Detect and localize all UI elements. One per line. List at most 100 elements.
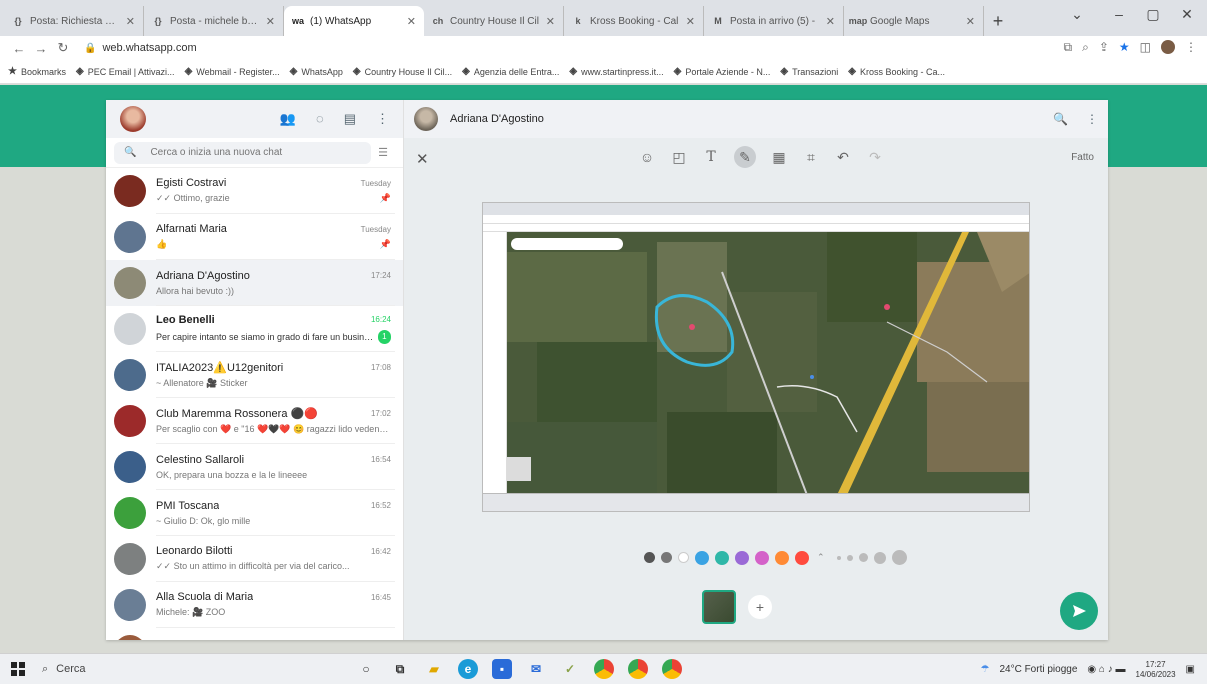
search-input[interactable] [150, 147, 361, 158]
blur-tool-icon[interactable]: ▦ [770, 146, 788, 168]
chrome-icon-3[interactable] [662, 659, 682, 679]
bookmark-item[interactable]: ◈ Agenzia delle Entra... [462, 66, 559, 77]
chat-list-item[interactable]: PMI Toscana 16:52 ~ Giulio D: Ok, glo mill… [106, 490, 403, 536]
bookmark-item[interactable]: ◈ Webmail - Register... [185, 66, 280, 77]
back-icon[interactable]: ← [8, 41, 30, 56]
windows-start-icon[interactable] [0, 662, 36, 676]
stroke-size-m[interactable] [858, 553, 868, 562]
search-messages-icon[interactable]: 🔍 [1053, 112, 1068, 126]
contact-avatar[interactable] [414, 107, 438, 131]
clock[interactable]: 17:27 14/06/2023 [1136, 660, 1176, 680]
tray-icons[interactable]: ◉ ⌂ ♪ ▬ [1087, 664, 1125, 675]
browser-tab[interactable]: {} Posta - michele berc ✕ [144, 6, 284, 36]
pen-app-icon[interactable]: ✓ [560, 659, 580, 679]
new-tab-button[interactable]: + [984, 6, 1012, 36]
color-swatch[interactable] [695, 550, 709, 565]
share-icon[interactable]: ⇪ [1099, 40, 1109, 55]
done-button[interactable]: Fatto [1071, 152, 1094, 163]
taskbar-search[interactable]: ⌕ Cerca [36, 654, 296, 684]
close-tab-icon[interactable]: ✕ [966, 15, 975, 28]
pen-tool-icon[interactable]: ✎ [734, 146, 756, 168]
browser-tab[interactable]: {} Posta: Richiesta attra ✕ [4, 6, 144, 36]
contact-name[interactable]: Adriana D'Agostino [450, 113, 544, 125]
media-thumbnail[interactable] [702, 590, 736, 624]
text-tool-icon[interactable]: T [702, 146, 720, 168]
attached-screenshot[interactable] [482, 202, 1030, 512]
chat-list-item[interactable]: Leonardo Bilotti 16:42 ✓✓ Sto un attimo in… [106, 536, 403, 582]
send-button[interactable] [1060, 592, 1098, 630]
tab-search-icon[interactable]: ⌄ [1063, 6, 1091, 23]
close-window-button[interactable]: ✕ [1173, 6, 1201, 23]
url-field[interactable]: 🔒 web.whatsapp.com [84, 42, 197, 54]
chat-list-item[interactable]: Egisti Costravi Tuesday ✓✓ Ottimo, grazie 📌 [106, 168, 403, 214]
browser-tab[interactable]: ch Country House Il Cil ✕ [424, 6, 564, 36]
browser-tab[interactable]: k Kross Booking - Cal ✕ [564, 6, 704, 36]
chat-list-item[interactable]: Celestino Sallaroli 16:54 OK, prepara una … [106, 444, 403, 490]
emoji-icon[interactable]: ☺ [638, 146, 656, 168]
chat-list-item[interactable]: Alfarnati Maria Tuesday 👍 📌 [106, 214, 403, 260]
bookmark-item[interactable]: ◈ www.startinpress.it... [569, 66, 663, 77]
browser-menu-icon[interactable]: ⋮ [1185, 40, 1197, 55]
chat-list-item[interactable]: Adriana D'Agostino 17:24 Allora hai bevuto… [106, 260, 403, 306]
file-explorer-icon[interactable]: ▰ [424, 659, 444, 679]
forward-icon[interactable]: → [30, 41, 52, 56]
notification-icon[interactable]: ▣ [1186, 664, 1195, 675]
bookmark-item[interactable]: ◈ WhatsApp [290, 66, 343, 77]
install-app-icon[interactable]: ⧉ [1064, 40, 1073, 55]
maximize-button[interactable]: ▢ [1139, 6, 1167, 23]
chat-list-item[interactable]: ITALIA2023⚠️U12genitori 17:08 ~ Allenatore… [106, 352, 403, 398]
conversation-menu-icon[interactable]: ⋮ [1086, 112, 1098, 126]
profile-avatar[interactable] [1161, 40, 1175, 54]
browser-tab[interactable]: wa (1) WhatsApp ✕ [284, 6, 424, 36]
close-icon[interactable]: ✕ [416, 150, 429, 168]
bookmark-item[interactable]: ★ Bookmarks [8, 66, 66, 77]
chrome-icon[interactable] [594, 659, 614, 679]
cortana-icon[interactable]: ○ [356, 659, 376, 679]
crop-tool-icon[interactable]: ⌗ [802, 146, 820, 168]
task-view-icon[interactable]: ⧉ [390, 659, 410, 679]
close-tab-icon[interactable]: ✕ [407, 15, 416, 28]
new-chat-icon[interactable]: ▤ [344, 111, 356, 127]
edge-icon[interactable]: e [458, 659, 478, 679]
reload-icon[interactable]: ↻ [52, 40, 74, 56]
bookmark-item[interactable]: ◈ PEC Email | Attivazi... [76, 66, 175, 77]
bookmark-item[interactable]: ◈ Transazioni [780, 66, 838, 77]
redo-icon[interactable]: ↷ [866, 146, 884, 168]
chat-list-item[interactable]: Leo Benelli 16:24 Per capire intanto se si… [106, 306, 403, 352]
mail-icon[interactable]: ✉ [526, 659, 546, 679]
close-tab-icon[interactable]: ✕ [686, 15, 695, 28]
color-swatch[interactable] [644, 552, 655, 563]
zoom-icon[interactable]: ⌕ [1082, 40, 1089, 55]
bookmark-item[interactable]: ◈ Country House Il Cil... [353, 66, 452, 77]
browser-tab[interactable]: map Google Maps ✕ [844, 6, 984, 36]
undo-icon[interactable]: ↶ [834, 146, 852, 168]
weather-text[interactable]: 24°C Forti piogge [999, 664, 1077, 675]
color-swatch[interactable] [755, 550, 769, 565]
search-box[interactable]: 🔍 [114, 141, 371, 164]
add-media-icon[interactable]: + [748, 595, 772, 619]
close-tab-icon[interactable]: ✕ [266, 15, 275, 28]
color-swatch[interactable] [715, 550, 729, 565]
sticker-icon[interactable]: ◰ [670, 146, 688, 168]
chevron-up-icon[interactable]: ⌃ [817, 552, 825, 563]
chat-list-item[interactable]: Club Maremma Rossonera ⚫🔴 17:02 Per scagli… [106, 398, 403, 444]
color-swatch[interactable] [661, 552, 672, 563]
chat-list-item[interactable]: Alla Scuola di Maria 16:45 Michele: 🎥 ZOO [106, 582, 403, 628]
stroke-size-xs[interactable] [836, 555, 841, 560]
minimize-button[interactable]: – [1105, 6, 1133, 22]
close-tab-icon[interactable]: ✕ [826, 15, 835, 28]
my-avatar[interactable] [120, 106, 146, 132]
chrome-icon-2[interactable] [628, 659, 648, 679]
close-tab-icon[interactable]: ✕ [126, 15, 135, 28]
close-tab-icon[interactable]: ✕ [546, 15, 555, 28]
color-swatch[interactable] [678, 552, 689, 563]
bookmark-item[interactable]: ◈ Kross Booking - Ca... [848, 66, 945, 77]
stroke-size-s[interactable] [846, 554, 853, 561]
communities-icon[interactable]: 👥 [280, 111, 296, 127]
bookmark-star-icon[interactable]: ★ [1119, 40, 1130, 55]
store-icon[interactable]: ▪ [492, 659, 512, 679]
status-icon[interactable]: ◌ [316, 111, 324, 127]
chat-list-item[interactable]: Lenzi16:44 [106, 628, 403, 640]
filter-icon[interactable]: ☰ [371, 146, 395, 159]
color-swatch[interactable] [775, 550, 789, 565]
